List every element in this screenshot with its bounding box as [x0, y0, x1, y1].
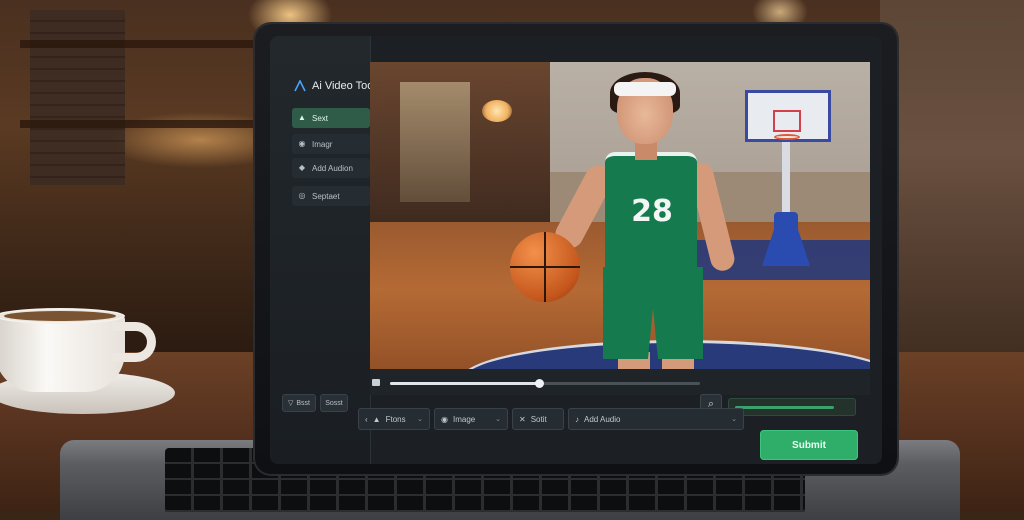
sidebar-item-label: Septaet — [312, 191, 340, 201]
settings-icon: ◎ — [298, 191, 306, 200]
text-icon: ▲ — [298, 113, 306, 122]
crop-icon: ✕ — [519, 414, 526, 424]
chevron-down-icon: ⌄ — [495, 416, 501, 423]
coffee — [4, 311, 116, 321]
logo-icon — [294, 80, 306, 92]
text-select[interactable]: ‹ ▲ Ftons ⌄ — [358, 408, 430, 430]
style-select[interactable]: ✕ Sotit — [512, 408, 564, 430]
audio-icon: ◆ — [298, 163, 306, 172]
submit-button[interactable]: Submit — [760, 430, 858, 460]
coffee-cup — [0, 314, 125, 392]
lamp-glow — [482, 100, 512, 122]
sidebar-bottom-button-1[interactable]: ▽ Bsst — [282, 394, 316, 412]
player-headband — [614, 82, 676, 96]
render-progress — [728, 398, 856, 416]
font-icon: ▲ — [372, 414, 381, 424]
audio-select[interactable]: ♪ Add Audio ⌄ — [568, 408, 744, 430]
sidebar-item-text[interactable]: ▲ Sext — [292, 108, 370, 128]
image-icon: ◉ — [441, 414, 448, 424]
hoop-rim — [774, 134, 800, 140]
audio-select-value: Add Audio — [584, 414, 621, 424]
image-select[interactable]: ◉ Image ⌄ — [434, 408, 508, 430]
style-select-value: Sotit — [530, 414, 547, 424]
background-right — [880, 0, 1024, 380]
image-select-value: Image — [452, 414, 476, 424]
app-title-text: Ai Video Tool — [312, 80, 376, 92]
chevron-down-icon: ⌄ — [731, 416, 737, 423]
laptop-screen: Ai Video Tool ▲ Sext ◉ Imagr ◆ Add Audio… — [270, 36, 882, 464]
button-label: Sosst — [325, 399, 343, 407]
sidebar-item-audio[interactable]: ◆ Add Audion — [292, 158, 370, 178]
app-title: Ai Video Tool — [294, 80, 376, 92]
image-icon: ◉ — [298, 139, 306, 148]
timeline-scrubber[interactable] — [390, 379, 700, 388]
basketball-seam — [544, 232, 546, 302]
filter-icon: ▽ — [287, 400, 294, 407]
jersey-number: 28 — [631, 194, 673, 229]
chevron-left-icon[interactable]: ‹ — [365, 415, 368, 424]
text-select-value: Ftons — [385, 414, 406, 424]
coffee-cup-handle — [112, 322, 156, 362]
sidebar-item-label: Imagr — [312, 139, 333, 149]
timeline-progress — [390, 382, 539, 385]
sidebar-item-label: Add Audion — [312, 163, 353, 173]
sidebar-item-label: Sext — [312, 113, 329, 123]
button-label: Bsst — [296, 399, 310, 407]
audio-icon: ♪ — [575, 414, 579, 424]
chevron-down-icon: ⌄ — [417, 416, 423, 423]
hoop-pad — [774, 212, 798, 252]
sidebar-bottom-button-2[interactable]: Sosst — [320, 394, 348, 412]
window-light — [400, 82, 470, 202]
timeline-handle[interactable] — [534, 379, 544, 388]
sidebar-item-image[interactable]: ◉ Imagr — [292, 134, 370, 154]
backboard-square — [773, 110, 801, 132]
video-preview[interactable]: 28 — [370, 62, 870, 384]
render-progress-fill — [735, 406, 834, 409]
cafe-shelf — [20, 120, 270, 128]
play-icon[interactable] — [372, 379, 380, 386]
cafe-shelf — [20, 40, 270, 48]
sidebar-item-settings[interactable]: ◎ Septaet — [292, 186, 370, 206]
brick-wall — [30, 10, 125, 185]
